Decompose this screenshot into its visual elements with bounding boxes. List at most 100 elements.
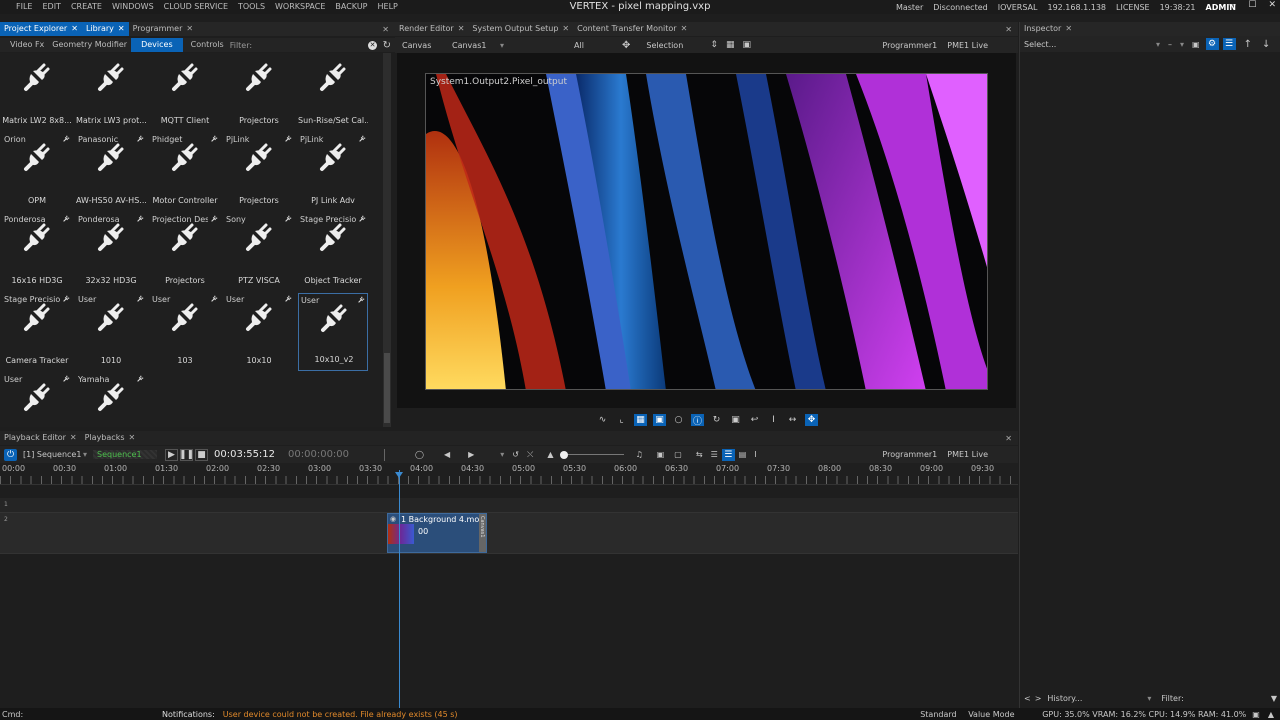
layers-icon[interactable]: ▤: [739, 450, 747, 459]
text-cursor-icon[interactable]: I: [754, 450, 756, 459]
device-tile[interactable]: Panasonic AW-HS50 AV-HS...: [76, 133, 146, 211]
device-tile[interactable]: User 103: [150, 293, 220, 371]
close-icon[interactable]: ✕: [71, 22, 78, 36]
play-icon[interactable]: ▶: [165, 448, 179, 461]
wave-icon[interactable]: ∿: [596, 414, 609, 426]
close-icon[interactable]: ✕: [118, 22, 125, 36]
menu-create[interactable]: CREATE: [71, 0, 102, 14]
goto-start-icon[interactable]: ◀: [444, 450, 450, 459]
snap-icon[interactable]: ▣: [742, 40, 751, 50]
status-license[interactable]: LICENSE: [1116, 3, 1150, 12]
slider-knob[interactable]: [559, 450, 568, 459]
track-2[interactable]: 2: [0, 512, 1018, 554]
panel-close-icon[interactable]: ✕: [1005, 25, 1012, 34]
arrow-down-icon[interactable]: ↓: [1262, 39, 1270, 50]
power-icon[interactable]: ⏻: [4, 448, 17, 461]
menu-tools[interactable]: TOOLS: [238, 0, 265, 14]
standard-dropdown[interactable]: Standard: [920, 710, 968, 719]
align-icon[interactable]: ⇕: [710, 40, 718, 50]
menu-workspace[interactable]: WORKSPACE: [275, 0, 325, 14]
tab-playback-editor[interactable]: Playback Editor ✕: [0, 431, 81, 445]
settings-icon[interactable]: ⚙: [1205, 38, 1219, 50]
pme-dropdown[interactable]: PME1 Live: [947, 450, 988, 459]
device-tile[interactable]: Matrix LW2 8x8...: [2, 53, 72, 131]
device-tile[interactable]: Orion OPM: [2, 133, 72, 211]
chevron-down-icon[interactable]: ▾: [1147, 694, 1151, 703]
pixel-output-preview[interactable]: System1.Output2.Pixel_output: [425, 73, 988, 390]
device-tile[interactable]: Phidget Motor Controller: [150, 133, 220, 211]
tab-programmer[interactable]: Programmer ✕: [129, 22, 197, 36]
refresh-icon[interactable]: ↻: [383, 40, 391, 51]
close-icon[interactable]: ✕: [458, 22, 465, 36]
ruler-icon[interactable]: ⌞: [615, 414, 628, 426]
timecode-current[interactable]: 00:03:55:12: [214, 449, 284, 460]
subtab-geometry-modifier[interactable]: Geometry Modifier: [48, 38, 131, 52]
device-tile[interactable]: Usermap: [2, 373, 72, 427]
tracks-icon[interactable]: ☰: [721, 448, 735, 461]
menu-help[interactable]: HELP: [378, 0, 398, 14]
device-tile[interactable]: MQTT Client: [150, 53, 220, 131]
menu-backup[interactable]: BACKUP: [335, 0, 367, 14]
chevron-down-icon[interactable]: ▾: [83, 450, 87, 459]
chevron-down-icon[interactable]: ▾: [1180, 40, 1184, 49]
track-1[interactable]: 1: [0, 498, 1018, 512]
marker-icon[interactable]: ◯: [415, 450, 424, 459]
speed-icon[interactable]: ▲: [547, 450, 553, 459]
tag-icon[interactable]: ○: [672, 414, 685, 426]
arrow-up-icon[interactable]: ↑: [1244, 39, 1252, 50]
device-tile[interactable]: Sony PTZ VISCA: [224, 213, 294, 291]
device-tile[interactable]: Ponderosa 32x32 HD3G: [76, 213, 146, 291]
playhead[interactable]: [399, 470, 400, 708]
inspector-select[interactable]: Select...: [1024, 40, 1152, 49]
stop-icon[interactable]: ■: [195, 448, 209, 461]
width-icon[interactable]: ↔: [786, 414, 799, 426]
panel-close-icon[interactable]: ✕: [1005, 434, 1012, 443]
device-tile[interactable]: Stage Precision Camera Tracker: [2, 293, 72, 371]
device-tile[interactable]: Matrix LW3 prot...: [76, 53, 146, 131]
device-tile[interactable]: YamahaMTX3 5: [76, 373, 146, 427]
close-icon[interactable]: ✕: [186, 22, 193, 36]
device-tile[interactable]: Stage Precision Object Tracker: [298, 213, 368, 291]
speed-slider[interactable]: [559, 450, 624, 460]
snap-toggle-icon[interactable]: ▣: [653, 414, 666, 426]
timecode-secondary[interactable]: 00:00:00:00: [288, 449, 378, 460]
capture-icon[interactable]: ▣: [1252, 710, 1260, 719]
tab-playbacks[interactable]: Playbacks ✕: [81, 431, 140, 445]
close-icon[interactable]: ✕: [70, 431, 77, 445]
sequence-dropdown[interactable]: [1] Sequence1: [23, 450, 83, 459]
status-master[interactable]: Master: [896, 3, 923, 12]
menu-cloud-service[interactable]: CLOUD SERVICE: [164, 0, 228, 14]
subtab-devices[interactable]: Devices: [131, 38, 183, 52]
menu-edit[interactable]: EDIT: [42, 0, 60, 14]
device-tile[interactable]: User 1010: [76, 293, 146, 371]
minimize-icon[interactable]: —: [1227, 0, 1236, 14]
dash-icon[interactable]: –: [1168, 40, 1172, 49]
close-icon[interactable]: ✕: [562, 22, 569, 36]
scrollbar-thumb[interactable]: [384, 353, 390, 423]
fullscreen-icon[interactable]: ▢: [674, 450, 682, 459]
text-cursor-icon[interactable]: I: [767, 414, 780, 426]
menu-windows[interactable]: WINDOWS: [112, 0, 154, 14]
camera-icon[interactable]: ▣: [729, 414, 742, 426]
tab-system-output-setup[interactable]: System Output Setup ✕: [468, 22, 573, 36]
device-tile[interactable]: User 10x10_v2: [298, 293, 368, 371]
device-tile[interactable]: PjLink Projectors: [224, 133, 294, 211]
menu-file[interactable]: FILE: [16, 0, 32, 14]
list-icon[interactable]: ☰: [1222, 38, 1236, 50]
list-toggle-icon[interactable]: ☰: [711, 450, 718, 459]
tab-content-transfer-monitor[interactable]: Content Transfer Monitor ✕: [573, 22, 691, 36]
headphones-icon[interactable]: ♫: [636, 450, 643, 459]
maximize-icon[interactable]: ☐: [1248, 0, 1256, 14]
undo-icon[interactable]: ↩: [748, 414, 761, 426]
chevron-right-icon[interactable]: >: [1035, 694, 1042, 703]
library-scrollbar[interactable]: [383, 53, 391, 427]
chevron-down-icon[interactable]: ▾: [1156, 40, 1160, 49]
chevron-down-icon[interactable]: ▾: [500, 450, 504, 459]
filter-input[interactable]: [254, 39, 365, 51]
clip-handle[interactable]: Canvas1: [479, 514, 486, 552]
filter-clear-icon[interactable]: ✕: [368, 40, 378, 50]
device-tile[interactable]: Sun-Rise/Set Cal...: [298, 53, 368, 131]
chevron-down-icon[interactable]: ▾: [500, 41, 504, 50]
info-icon[interactable]: ⓘ: [691, 414, 704, 427]
refresh-icon[interactable]: ↻: [710, 414, 723, 426]
